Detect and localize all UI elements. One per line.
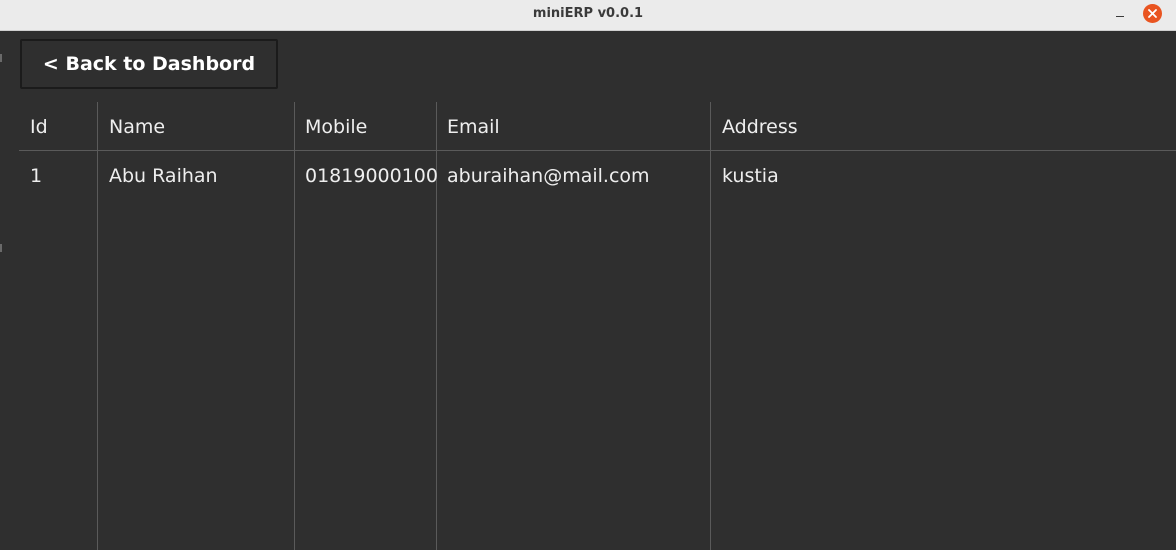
- column-divider: [710, 102, 711, 550]
- column-header-mobile[interactable]: Mobile: [305, 116, 367, 138]
- title-bar[interactable]: miniERP v0.0.1: [0, 0, 1176, 31]
- minimize-icon: [1116, 16, 1124, 17]
- table-cell-name[interactable]: Abu Raihan: [109, 165, 218, 187]
- main-content: < Back to Dashbord Id Name Mobile Email …: [0, 32, 1176, 550]
- column-header-address[interactable]: Address: [722, 116, 798, 138]
- edge-marker: [0, 54, 2, 62]
- minimize-button[interactable]: [1110, 4, 1130, 24]
- column-divider: [97, 102, 98, 550]
- header-divider: [19, 150, 1176, 151]
- table-cell-address[interactable]: kustia: [722, 165, 779, 187]
- customer-table: Id Name Mobile Email Address 1 Abu Raiha…: [19, 102, 1176, 550]
- app-window: miniERP v0.0.1 < Back to Dashbord Id Nam…: [0, 0, 1176, 550]
- column-header-email[interactable]: Email: [447, 116, 500, 138]
- table-cell-email[interactable]: aburaihan@mail.com: [447, 165, 650, 187]
- column-divider: [294, 102, 295, 550]
- edge-marker: [0, 244, 2, 252]
- table-cell-id[interactable]: 1: [30, 165, 42, 187]
- close-button[interactable]: [1143, 4, 1162, 23]
- back-to-dashboard-button[interactable]: < Back to Dashbord: [20, 39, 278, 89]
- column-header-name[interactable]: Name: [109, 116, 165, 138]
- close-icon: [1148, 9, 1157, 18]
- table-cell-mobile[interactable]: 01819000100: [305, 165, 438, 187]
- column-header-id[interactable]: Id: [30, 116, 48, 138]
- window-title: miniERP v0.0.1: [532, 6, 644, 21]
